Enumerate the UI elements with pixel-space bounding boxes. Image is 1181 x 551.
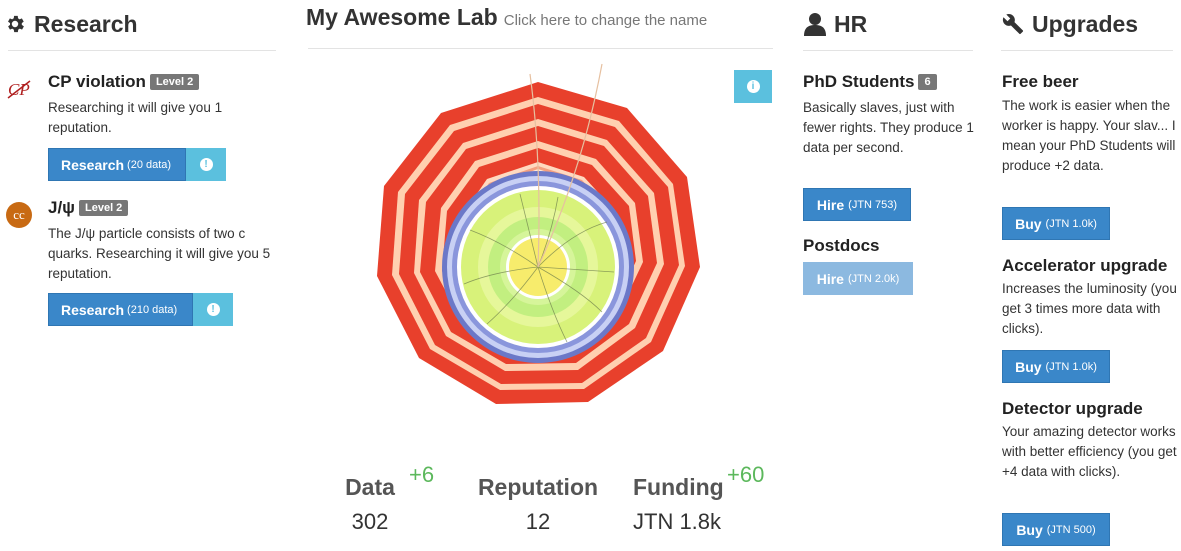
buy-free-beer-button[interactable]: Buy (JTN 1.0k): [1002, 207, 1110, 240]
upgrades-title: Upgrades: [1032, 11, 1139, 37]
charm-quark-icon: cc: [6, 202, 32, 228]
upgrades-heading: Upgrades: [998, 0, 1181, 46]
data-delta: +6: [409, 462, 435, 487]
detector-display[interactable]: [352, 62, 724, 452]
divider: [803, 50, 973, 51]
stat-reputation: Reputation 12: [468, 474, 608, 535]
upgrade-description: Increases the luminosity (you get 3 time…: [1002, 281, 1177, 336]
research-item-description: Researching it will give you 1 reputatio…: [48, 100, 223, 135]
hr-heading: HR: [800, 0, 980, 46]
lab-header: My Awesome Lab Click here to change the n…: [306, 4, 707, 31]
phd-description: Basically slaves, just with fewer rights…: [803, 100, 974, 155]
buy-detector-button[interactable]: Buy (JTN 500): [1002, 513, 1110, 546]
research-item-title: CP violation Level 2: [48, 72, 200, 92]
stat-label: Reputation: [477, 474, 599, 500]
lab-panel: My Awesome Lab Click here to change the n…: [300, 0, 780, 551]
research-title: Research: [34, 11, 138, 37]
info-icon: !: [199, 158, 213, 171]
gear-icon: [8, 15, 24, 33]
lab-name[interactable]: My Awesome Lab: [306, 4, 498, 30]
hire-phd-button[interactable]: Hire (JTN 753): [803, 188, 911, 221]
phd-title: PhD Students 6: [803, 72, 937, 92]
research-heading: Research: [0, 0, 282, 46]
info-button[interactable]: !: [193, 293, 233, 326]
count-badge: 6: [918, 74, 937, 90]
upgrade-description: The work is easier when the worker is ha…: [1002, 98, 1176, 173]
research-button[interactable]: Research (210 data): [48, 293, 193, 326]
divider: [8, 50, 276, 51]
stat-value: JTN 1.8k: [633, 509, 722, 534]
research-button-group: Research (20 data) !: [48, 148, 226, 181]
stat-funding: Funding JTN 1.8k: [633, 474, 733, 535]
upgrade-title: Detector upgrade: [1002, 399, 1143, 418]
divider: [1001, 50, 1173, 51]
research-item-title: J/ψ Level 2: [48, 198, 129, 218]
stat-value: 12: [525, 509, 551, 534]
research-item-description: The J/ψ particle consists of two c quark…: [48, 226, 271, 281]
hire-postdoc-button[interactable]: Hire (JTN 2.0k): [803, 262, 913, 295]
buy-accelerator-button[interactable]: Buy (JTN 1.0k): [1002, 350, 1110, 383]
upgrade-title: Free beer: [1002, 72, 1079, 91]
research-panel: Research CP CP violationLevel 2 Research…: [0, 0, 282, 326]
info-icon: !: [206, 303, 220, 316]
info-icon: i: [746, 80, 760, 93]
stat-label: Data: [345, 474, 395, 500]
divider: [308, 48, 773, 49]
stat-value: 302: [351, 509, 389, 534]
funding-delta: +60: [727, 462, 765, 487]
stat-data: Data 302: [330, 474, 410, 535]
rename-hint[interactable]: Click here to change the name: [504, 12, 707, 29]
research-button-group: Research (210 data) !: [48, 293, 233, 326]
lab-info-button[interactable]: i: [734, 70, 772, 103]
upgrade-description: Your amazing detector works with better …: [1002, 424, 1177, 479]
wrench-icon: [1002, 14, 1024, 35]
level-badge: Level 2: [149, 74, 200, 90]
upgrades-panel: Upgrades Free beer The work is easier wh…: [998, 0, 1181, 551]
research-button[interactable]: Research (20 data): [48, 148, 186, 181]
info-button[interactable]: !: [186, 148, 226, 181]
level-badge: Level 2: [79, 200, 129, 216]
hr-panel: HR PhD Students 6 Basically slaves, just …: [800, 0, 980, 551]
cp-violation-icon: CP: [7, 80, 31, 99]
postdocs-title: Postdocs: [803, 236, 880, 255]
stat-label: Funding: [633, 474, 724, 500]
upgrade-title: Accelerator upgrade: [1002, 256, 1168, 275]
hr-title: HR: [834, 11, 868, 37]
user-icon: [804, 13, 826, 36]
